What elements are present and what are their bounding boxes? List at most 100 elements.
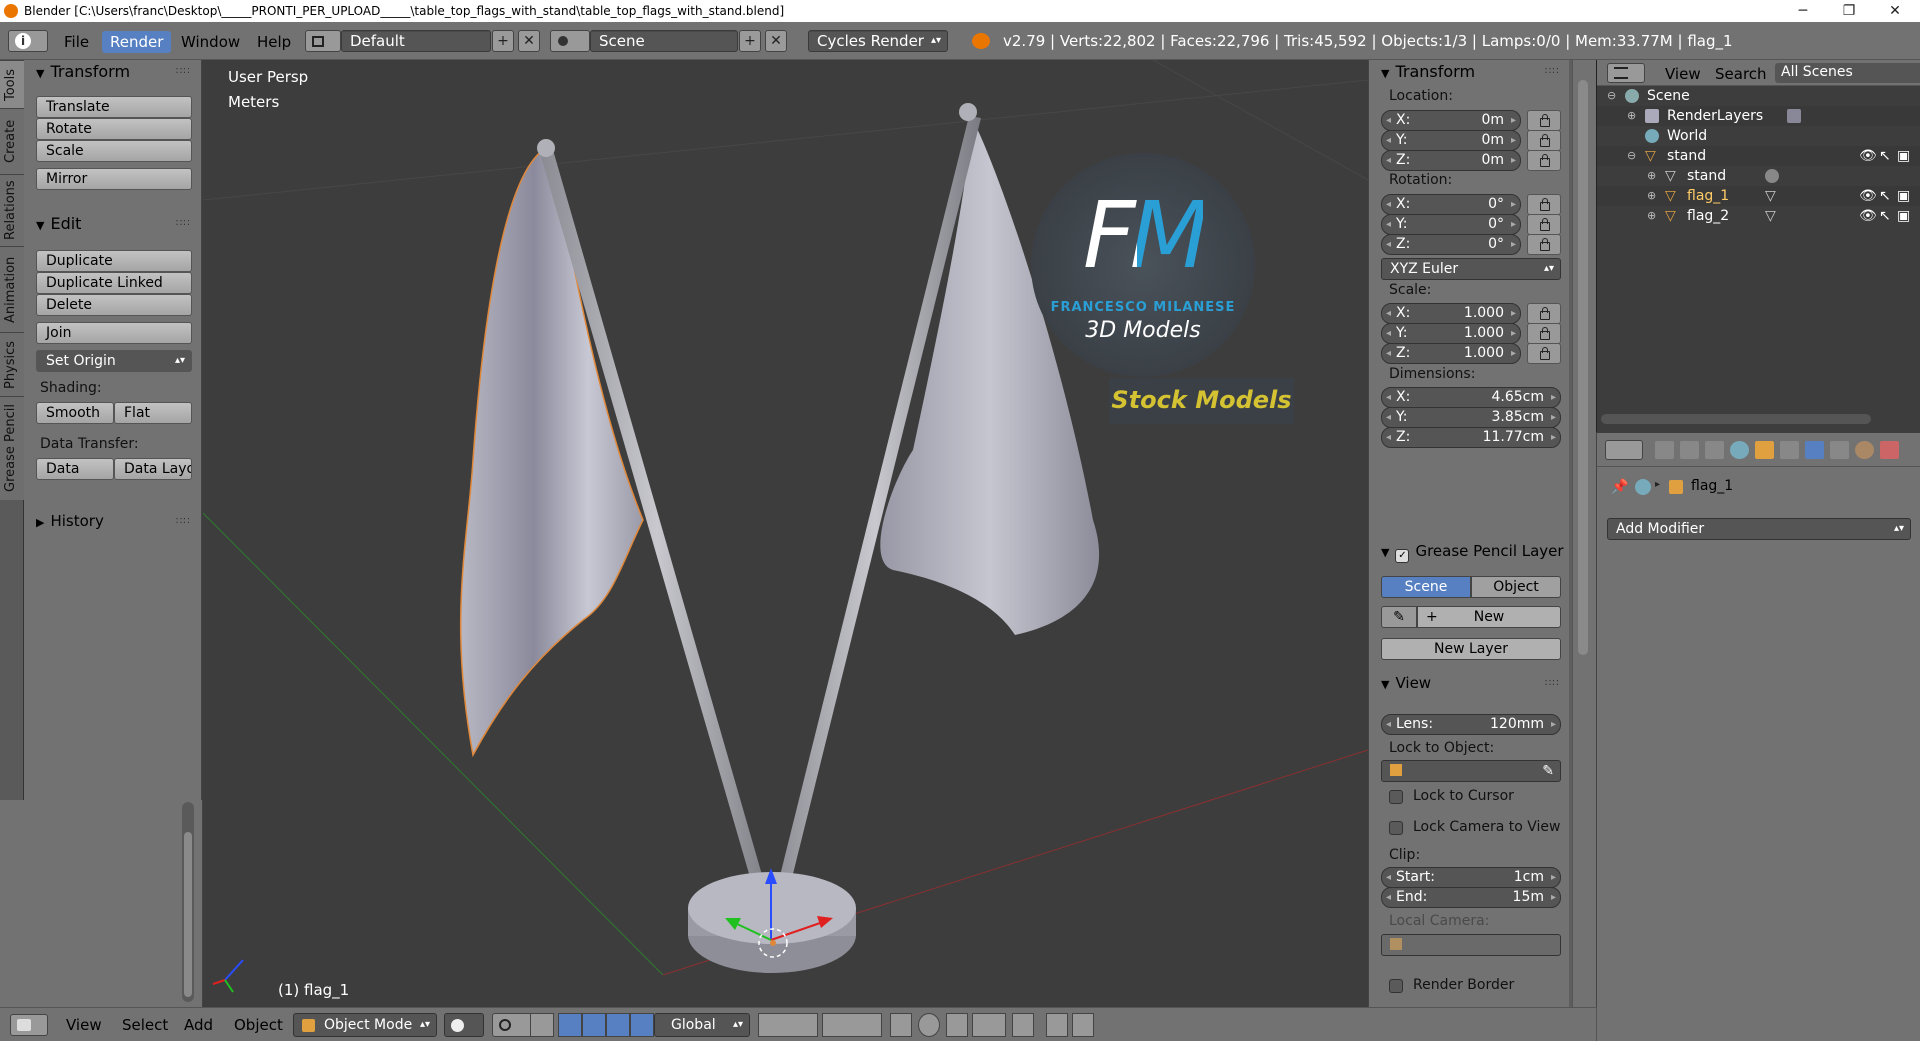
outliner-editor-type-button[interactable] <box>1607 63 1645 83</box>
menu-render[interactable]: Render <box>102 31 172 53</box>
panel-grip-icon[interactable]: ∷∷ <box>176 516 191 527</box>
render-engine-dropdown[interactable]: Cycles Render ▴▾ <box>808 30 948 52</box>
location-z-field[interactable]: ◂ Z: 0m ▸ <box>1381 150 1521 171</box>
grease-pencil-checkbox[interactable]: ✓ <box>1395 549 1410 563</box>
opengl-render-image-icon[interactable] <box>1046 1013 1068 1037</box>
tab-create[interactable]: Create <box>0 108 24 174</box>
viewport-menu-add[interactable]: Add <box>184 1016 213 1034</box>
outliner-row-flag-2[interactable]: ⊕ ▽ flag_2 ▽ 👁 ↖ ▣ <box>1597 206 1920 226</box>
tab-animation[interactable]: Animation <box>0 246 24 332</box>
render-camera-icon[interactable]: ▣ <box>1897 146 1910 166</box>
add-layout-button[interactable]: + <box>492 30 514 52</box>
render-tab-icon[interactable] <box>1655 441 1674 459</box>
selectable-cursor-icon[interactable]: ↖ <box>1879 206 1891 226</box>
scale-y-field[interactable]: ◂ Y: 1.000 ▸ <box>1381 323 1521 344</box>
duplicate-button[interactable]: Duplicate <box>36 250 192 272</box>
shading-mode-dropdown[interactable] <box>444 1013 484 1037</box>
pivot-point-dropdown[interactable] <box>492 1013 532 1037</box>
render-camera-icon[interactable]: ▣ <box>1897 186 1910 206</box>
lock-location-y-icon[interactable] <box>1527 130 1561 151</box>
lock-rotation-z-icon[interactable] <box>1527 234 1561 255</box>
dimension-y-field[interactable]: ◂ Y: 3.85cm ▸ <box>1381 407 1561 428</box>
minimize-button[interactable]: ─ <box>1780 0 1826 22</box>
smooth-shading-button[interactable]: Smooth <box>36 402 114 424</box>
add-modifier-dropdown[interactable]: Add Modifier ▴▾ <box>1607 518 1911 540</box>
layout-selector-button[interactable] <box>305 30 341 52</box>
lock-layers-icon[interactable] <box>890 1013 912 1037</box>
grease-scene-tab[interactable]: Scene <box>1381 576 1471 598</box>
layers-grid-1[interactable] <box>758 1013 818 1037</box>
join-button[interactable]: Join <box>36 322 192 344</box>
flag-2-finial[interactable] <box>959 103 977 121</box>
menu-help[interactable]: Help <box>249 31 299 53</box>
mode-dropdown[interactable]: Object Mode ▴▾ <box>293 1013 437 1037</box>
visibility-eye-icon[interactable]: 👁 <box>1859 206 1877 226</box>
snap-target-icon[interactable] <box>1012 1013 1034 1037</box>
scale-z-field[interactable]: ◂ Z: 1.000 ▸ <box>1381 343 1521 364</box>
lock-location-x-icon[interactable] <box>1527 110 1561 131</box>
rotation-z-field[interactable]: ◂ Z: 0° ▸ <box>1381 234 1521 255</box>
proportional-edit-icon[interactable] <box>918 1013 940 1037</box>
dimension-z-field[interactable]: ◂ Z: 11.77cm ▸ <box>1381 427 1561 448</box>
lock-to-cursor-checkbox[interactable] <box>1389 790 1403 804</box>
collapse-icon[interactable]: ⊖ <box>1607 86 1616 106</box>
outliner-row-stand-mesh[interactable]: ⊕ ▽ stand <box>1597 166 1920 186</box>
render-border-checkbox[interactable] <box>1389 979 1403 993</box>
viewport-editor-type-button[interactable] <box>10 1014 48 1036</box>
dimension-x-field[interactable]: ◂ X: 4.65cm ▸ <box>1381 387 1561 408</box>
outliner-view-menu[interactable]: View <box>1665 65 1701 83</box>
tab-tools[interactable]: Tools <box>0 60 24 108</box>
selectable-cursor-icon[interactable]: ↖ <box>1879 146 1891 166</box>
opengl-render-animation-icon[interactable] <box>1072 1013 1094 1037</box>
layout-name-field[interactable]: Default <box>341 30 491 52</box>
add-scene-button[interactable]: + <box>739 30 761 52</box>
lock-scale-y-icon[interactable] <box>1527 323 1561 344</box>
npanel-transform-header[interactable]: ▼ Transform <box>1381 62 1475 81</box>
panel-grip-icon[interactable]: ∷∷ <box>176 66 191 77</box>
panel-grip-icon[interactable]: ∷∷ <box>1545 66 1560 77</box>
translate-manipulator-icon[interactable] <box>558 1013 582 1037</box>
location-x-field[interactable]: ◂ X: 0m ▸ <box>1381 110 1521 131</box>
mesh-data-tab-icon[interactable] <box>1830 441 1849 459</box>
lock-scale-x-icon[interactable] <box>1527 303 1561 324</box>
panel-grip-icon[interactable]: ∷∷ <box>1545 678 1560 689</box>
expand-icon[interactable]: ⊕ <box>1647 186 1656 206</box>
eyedropper-icon[interactable]: ✎ <box>1542 761 1554 781</box>
lens-field[interactable]: ◂ Lens: 120mm ▸ <box>1381 714 1561 735</box>
outliner-filter-dropdown[interactable]: All Scenes <box>1775 63 1920 83</box>
lock-object-field[interactable]: ✎ <box>1381 760 1561 782</box>
location-y-field[interactable]: ◂ Y: 0m ▸ <box>1381 130 1521 151</box>
lock-rotation-x-icon[interactable] <box>1527 194 1561 215</box>
new-layer-button[interactable]: New Layer <box>1381 638 1561 660</box>
flag-1-cloth[interactable] <box>459 149 644 758</box>
tab-relations[interactable]: Relations <box>0 174 24 246</box>
layers-grid-2[interactable] <box>822 1013 882 1037</box>
rotate-manipulator-icon[interactable] <box>582 1013 606 1037</box>
scale-x-field[interactable]: ◂ X: 1.000 ▸ <box>1381 303 1521 324</box>
edit-panel-header[interactable]: ▼ Edit <box>36 214 81 233</box>
selectable-cursor-icon[interactable]: ↖ <box>1879 186 1891 206</box>
expand-icon[interactable]: ⊕ <box>1647 166 1656 186</box>
outliner-row-flag-1[interactable]: ⊕ ▽ flag_1 ▽ 👁 ↖ ▣ <box>1597 186 1920 206</box>
render-camera-icon[interactable]: ▣ <box>1897 206 1910 226</box>
visibility-eye-icon[interactable]: 👁 <box>1859 186 1877 206</box>
rotate-button[interactable]: Rotate <box>36 118 192 140</box>
rotation-y-field[interactable]: ◂ Y: 0° ▸ <box>1381 214 1521 235</box>
scale-button[interactable]: Scale <box>36 140 192 162</box>
tab-physics[interactable]: Physics <box>0 332 24 396</box>
pin-icon[interactable]: 📌 <box>1611 479 1628 495</box>
clip-start-field[interactable]: ◂ Start: 1cm ▸ <box>1381 867 1561 888</box>
toolshelf-scrollbar[interactable] <box>182 802 194 1002</box>
material-tab-icon[interactable] <box>1855 441 1874 459</box>
close-window-button[interactable]: ✕ <box>1872 0 1918 22</box>
visibility-eye-icon[interactable]: 👁 <box>1859 146 1877 166</box>
outliner-row-stand-object[interactable]: ⊖ ▽ stand 👁 ↖ ▣ <box>1597 146 1920 166</box>
set-origin-dropdown[interactable]: Set Origin ▴▾ <box>36 350 192 372</box>
restore-button[interactable]: ❐ <box>1826 0 1872 22</box>
manipulator-toggle-icon[interactable] <box>530 1013 554 1037</box>
grease-new-button[interactable]: + New <box>1417 606 1561 628</box>
grease-pencil-panel-header[interactable]: ▼ ✓ Grease Pencil Layer <box>1381 542 1564 563</box>
viewport-menu-view[interactable]: View <box>66 1016 102 1034</box>
expand-icon[interactable]: ⊕ <box>1647 206 1656 226</box>
clip-end-field[interactable]: ◂ End: 15m ▸ <box>1381 887 1561 908</box>
